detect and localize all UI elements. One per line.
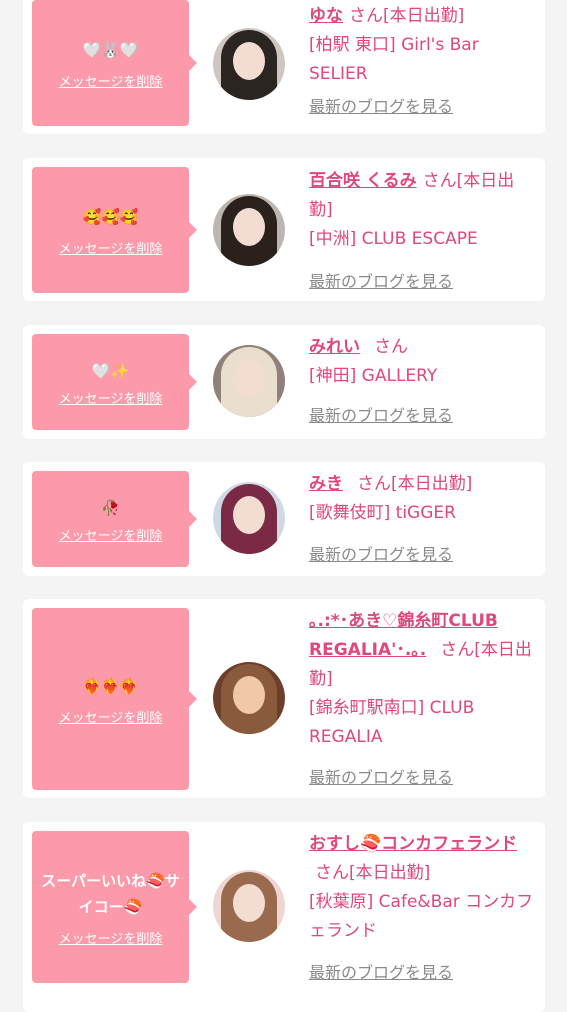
cast-card: ❤️‍🔥❤️‍🔥❤️‍🔥 メッセージを削除 ｡.:*･あき♡錦糸町CLUB RE… [23,599,545,798]
avatar-face [233,496,265,534]
cast-status: さん[本日出勤] [357,474,473,494]
cast-name-link[interactable]: ゆな [309,6,343,26]
cast-card: スーパーいいね🍣サイコー🍣 メッセージを削除 おすし🍣コンカフェランドさん[本日… [23,822,545,1012]
message-text: ❤️‍🔥❤️‍🔥❤️‍🔥 [82,676,139,695]
cast-name-link[interactable]: おすし🍣コンカフェランド [309,834,517,854]
message-text: スーパーいいね🍣サイコー🍣 [41,871,180,916]
cast-card: 🤍🐰🤍 メッセージを削除 ゆな さん[本日出勤] [柏駅 東口] Girl's B… [23,0,545,134]
latest-blog-link[interactable]: 最新のブログを見る [309,267,453,296]
shop-info: [神田] GALLERY [309,366,438,386]
delete-message-link[interactable]: メッセージを削除 [59,71,163,90]
cast-info: ゆな さん[本日出勤] [柏駅 東口] Girl's Bar SELIER 最新の… [309,2,535,130]
shop-info: [錦糸町駅南口] CLUB REGALIA [309,698,475,747]
message-bubble: 🤍✨ メッセージを削除 [32,334,197,430]
cast-info: 百合咲 くるみ さん[本日出勤] [中洲] CLUB ESCAPE 最新のブログを… [309,167,535,297]
delete-message-link[interactable]: メッセージを削除 [59,388,163,407]
message-text: 🥀 [101,498,120,517]
cast-name-link[interactable]: みき [309,474,343,494]
latest-blog-link[interactable]: 最新のブログを見る [309,958,453,987]
message-bubble: 🤍🐰🤍 メッセージを削除 [32,0,197,126]
avatar[interactable] [213,28,285,100]
avatar-face [233,208,265,246]
message-bubble: ❤️‍🔥❤️‍🔥❤️‍🔥 メッセージを削除 [32,608,197,790]
avatar-face [233,884,265,922]
shop-info: [柏駅 東口] Girl's Bar SELIER [309,35,479,84]
avatar[interactable] [213,345,285,417]
cast-info: おすし🍣コンカフェランドさん[本日出勤] [秋葉原] Cafe&Bar コンカフ… [309,830,535,1000]
shop-info: [秋葉原] Cafe&Bar コンカフェランド [309,892,534,941]
avatar[interactable] [213,194,285,266]
avatar-face [233,359,265,397]
latest-blog-link[interactable]: 最新のブログを見る [309,540,453,569]
message-text: 🥰🥰🥰 [82,207,139,226]
avatar-face [233,676,265,714]
avatar[interactable] [213,870,285,942]
message-text: 🤍🐰🤍 [82,40,139,59]
cast-info: みき さん[本日出勤] [歌舞伎町] tiGGER 最新のブログを見る [309,470,535,570]
latest-blog-link[interactable]: 最新のブログを見る [309,763,453,792]
cast-info: ｡.:*･あき♡錦糸町CLUB REGALIA'･.｡. さん[本日出勤] [錦糸… [309,607,535,791]
message-bubble: 🥀 メッセージを削除 [32,471,197,567]
cast-card: 🥀 メッセージを削除 みき さん[本日出勤] [歌舞伎町] tiGGER 最新のブ… [23,462,545,576]
shop-info: [中洲] CLUB ESCAPE [309,229,478,249]
latest-blog-link[interactable]: 最新のブログを見る [309,401,453,430]
delete-message-link[interactable]: メッセージを削除 [59,525,163,544]
cast-name-link[interactable]: みれい [309,337,360,357]
cast-name-link[interactable]: 百合咲 くるみ [309,171,417,191]
cast-status: さん[本日出勤] [315,863,431,883]
message-bubble: 🥰🥰🥰 メッセージを削除 [32,167,197,293]
cast-card: 🥰🥰🥰 メッセージを削除 百合咲 くるみ さん[本日出勤] [中洲] CLUB E… [23,158,545,301]
delete-message-link[interactable]: メッセージを削除 [59,238,163,257]
avatar-face [233,42,265,80]
message-bubble: スーパーいいね🍣サイコー🍣 メッセージを削除 [32,831,197,983]
avatar[interactable] [213,662,285,734]
shop-info: [歌舞伎町] tiGGER [309,503,456,523]
cast-card: 🤍✨ メッセージを削除 みれい さん [神田] GALLERY 最新のブログを見る [23,325,545,439]
cast-status: さん [374,337,408,357]
message-text: 🤍✨ [91,361,130,380]
cast-info: みれい さん [神田] GALLERY 最新のブログを見る [309,333,535,433]
latest-blog-link[interactable]: 最新のブログを見る [309,92,453,121]
avatar[interactable] [213,482,285,554]
delete-message-link[interactable]: メッセージを削除 [59,928,163,947]
cast-status: さん[本日出勤] [349,6,465,26]
delete-message-link[interactable]: メッセージを削除 [59,707,163,726]
